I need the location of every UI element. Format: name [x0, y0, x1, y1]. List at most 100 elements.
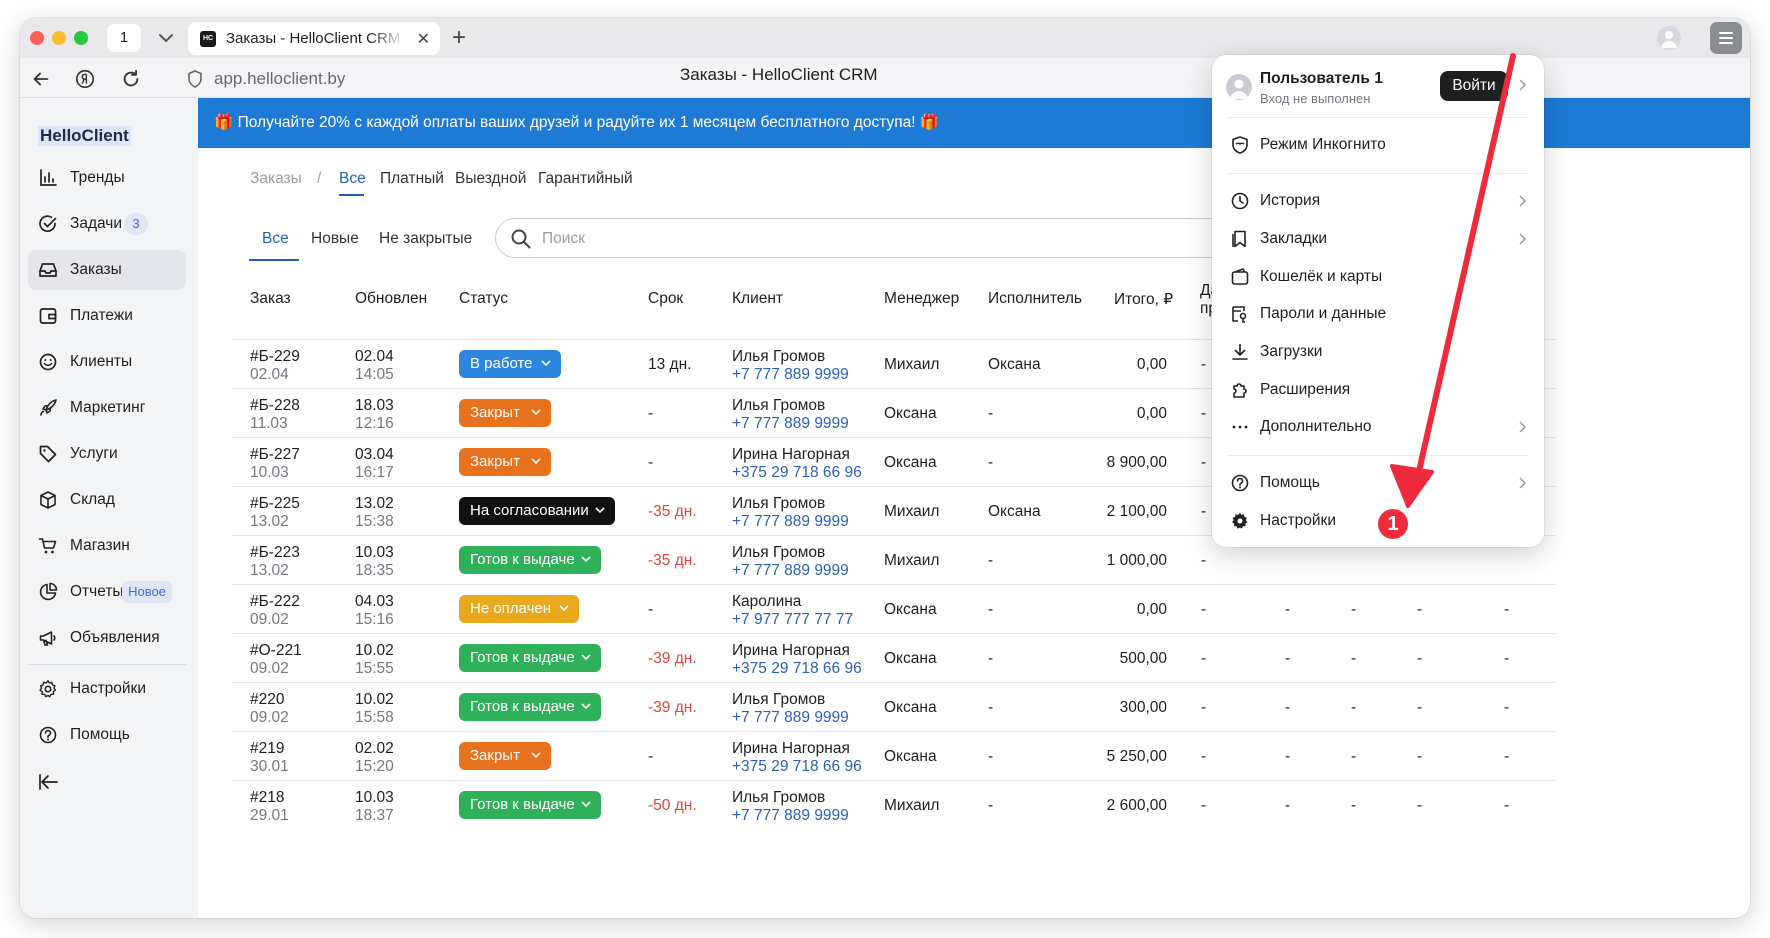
sidebar-item-trends[interactable]: Тренды	[28, 158, 186, 198]
table-row[interactable]: #219 30.01 02.02 15:20 Закрыт - Ирина Нагорная…	[232, 731, 1556, 780]
tab-count-button[interactable]: 1	[107, 24, 141, 52]
client-cell[interactable]: Илья Громов +7 777 889 9999	[732, 495, 849, 531]
status-dropdown[interactable]: Готов к выдаче	[459, 546, 601, 574]
status-dropdown[interactable]: Не оплачен	[459, 595, 579, 623]
menu-item-downloads[interactable]: Загрузки	[1220, 335, 1536, 369]
menu-item-extensions[interactable]: Расширения	[1220, 373, 1536, 407]
order-cell[interactable]: #Б-228 11.03	[250, 397, 300, 433]
order-cell[interactable]: #Б-222 09.02	[250, 593, 300, 629]
client-cell[interactable]: Илья Громов +7 777 889 9999	[732, 691, 849, 727]
client-cell[interactable]: Ирина Нагорная +375 29 718 66 96	[732, 642, 862, 678]
order-cell[interactable]: #Б-225 13.02	[250, 495, 300, 531]
order-cell[interactable]: #Б-229 02.04	[250, 348, 300, 384]
order-cell[interactable]: #О-221 09.02	[250, 642, 302, 678]
maximize-window-button[interactable]	[74, 31, 88, 45]
back-arrow-icon[interactable]	[30, 68, 52, 90]
client-phone-link[interactable]: +375 29 718 66 96	[732, 464, 862, 482]
menu-item-bookmarks[interactable]: Закладки	[1220, 222, 1536, 256]
client-phone-link[interactable]: +7 977 777 77 77	[732, 611, 853, 629]
status-dropdown[interactable]: Закрыт	[459, 742, 551, 770]
client-cell[interactable]: Ирина Нагорная +375 29 718 66 96	[732, 740, 862, 776]
client-cell[interactable]: Илья Громов +7 777 889 9999	[732, 397, 849, 433]
sidebar-item-services[interactable]: Услуги	[28, 434, 186, 474]
sidebar-item-payments[interactable]: Платежи	[28, 296, 186, 336]
table-row[interactable]: #Б-222 09.02 04.03 15:16 Не оплачен - Каролина…	[232, 584, 1556, 633]
column-header-manager[interactable]: Менеджер	[884, 290, 959, 308]
column-header-term[interactable]: Срок	[648, 290, 683, 308]
menu-item-wallet[interactable]: Кошелёк и карты	[1220, 260, 1536, 294]
client-phone-link[interactable]: +375 29 718 66 96	[732, 660, 862, 678]
close-tab-icon[interactable]: ✕	[417, 29, 430, 49]
menu-item-incognito[interactable]: Режим Инкогнито	[1220, 128, 1536, 162]
chevron-down-icon[interactable]	[154, 26, 178, 50]
column-header-client[interactable]: Клиент	[732, 290, 783, 308]
status-dropdown[interactable]: Закрыт	[459, 448, 551, 476]
client-cell[interactable]: Каролина +7 977 777 77 77	[732, 593, 853, 629]
sidebar-item-marketing[interactable]: Маркетинг	[28, 388, 186, 428]
column-header-status[interactable]: Статус	[459, 290, 508, 308]
sidebar-item-orders[interactable]: Заказы	[28, 250, 186, 290]
sidebar-item-tasks[interactable]: Задачи 3	[28, 204, 186, 244]
active-tab[interactable]: HC Заказы - HelloClient CRM ✕	[188, 22, 440, 55]
status-dropdown[interactable]: Закрыт	[459, 399, 551, 427]
status-dropdown[interactable]: Готов к выдаче	[459, 693, 601, 721]
client-phone-link[interactable]: +7 777 889 9999	[732, 562, 849, 580]
status-dropdown[interactable]: Готов к выдаче	[459, 644, 601, 672]
filter-tab-new[interactable]: Новые	[311, 230, 359, 248]
order-cell[interactable]: #Б-227 10.03	[250, 446, 300, 482]
yandex-icon[interactable]	[74, 68, 96, 90]
minimize-window-button[interactable]	[52, 31, 66, 45]
new-tab-button[interactable]: +	[452, 26, 466, 50]
menu-item-history[interactable]: История	[1220, 184, 1536, 218]
sidebar-item-warehouse[interactable]: Склад	[28, 480, 186, 520]
table-row[interactable]: #220 09.02 10.02 15:58 Готов к выдаче -39 дн.…	[232, 682, 1556, 731]
status-dropdown[interactable]: Готов к выдаче	[459, 791, 601, 819]
type-tab-visit[interactable]: Выездной	[455, 170, 526, 188]
order-cell[interactable]: #220 09.02	[250, 691, 289, 727]
client-phone-link[interactable]: +7 777 889 9999	[732, 709, 849, 727]
search-box[interactable]	[495, 218, 1231, 258]
client-phone-link[interactable]: +375 29 718 66 96	[732, 758, 862, 776]
order-cell[interactable]: #Б-223 13.02	[250, 544, 300, 580]
client-phone-link[interactable]: +7 777 889 9999	[732, 366, 849, 384]
menu-item-help[interactable]: Помощь	[1220, 466, 1536, 500]
filter-tab-all[interactable]: Все	[262, 230, 289, 248]
breadcrumb-root[interactable]: Заказы	[250, 170, 302, 188]
menu-item-more[interactable]: Дополнительно	[1220, 410, 1536, 444]
browser-menu-button[interactable]	[1710, 22, 1742, 54]
order-cell[interactable]: #219 30.01	[250, 740, 289, 776]
client-phone-link[interactable]: +7 777 889 9999	[732, 415, 849, 433]
sidebar-item-clients[interactable]: Клиенты	[28, 342, 186, 382]
chevron-right-icon[interactable]	[1518, 79, 1526, 91]
client-cell[interactable]: Илья Громов +7 777 889 9999	[732, 348, 849, 384]
sidebar-item-settings[interactable]: Настройки	[28, 669, 186, 709]
column-header-updated[interactable]: Обновлен	[355, 290, 427, 308]
client-cell[interactable]: Илья Громов +7 777 889 9999	[732, 544, 849, 580]
table-row[interactable]: #О-221 09.02 10.02 15:55 Готов к выдаче -39 д…	[232, 633, 1556, 682]
table-row[interactable]: #218 29.01 10.03 18:37 Готов к выдаче -50 дн.…	[232, 780, 1556, 829]
user-name[interactable]: Пользователь 1	[1260, 70, 1383, 88]
sidebar-item-ads[interactable]: Объявления	[28, 618, 186, 658]
client-cell[interactable]: Ирина Нагорная +375 29 718 66 96	[732, 446, 862, 482]
filter-tab-open[interactable]: Не закрытые	[379, 230, 472, 248]
sidebar-item-reports[interactable]: Отчеты Новое	[28, 572, 186, 612]
reload-icon[interactable]	[120, 68, 142, 90]
app-logo[interactable]: HelloClient	[38, 126, 131, 146]
status-dropdown[interactable]: В работе	[459, 350, 561, 378]
status-dropdown[interactable]: На согласовании	[459, 497, 615, 525]
client-cell[interactable]: Илья Громов +7 777 889 9999	[732, 789, 849, 825]
column-header-executor[interactable]: Исполнитель	[988, 290, 1082, 308]
order-cell[interactable]: #218 29.01	[250, 789, 289, 825]
column-header-total[interactable]: Итого, ₽	[1114, 290, 1173, 309]
profile-avatar-button[interactable]	[1657, 26, 1681, 50]
sidebar-item-help[interactable]: Помощь	[28, 715, 186, 755]
type-tab-all[interactable]: Все	[339, 170, 366, 188]
collapse-sidebar-icon[interactable]	[38, 772, 60, 792]
client-phone-link[interactable]: +7 777 889 9999	[732, 513, 849, 531]
column-header-order[interactable]: Заказ	[250, 290, 291, 308]
search-input[interactable]	[542, 227, 1142, 251]
type-tab-warranty[interactable]: Гарантийный	[538, 170, 633, 188]
type-tab-paid[interactable]: Платный	[380, 170, 444, 188]
client-phone-link[interactable]: +7 777 889 9999	[732, 807, 849, 825]
login-button[interactable]: Войти	[1440, 71, 1508, 101]
